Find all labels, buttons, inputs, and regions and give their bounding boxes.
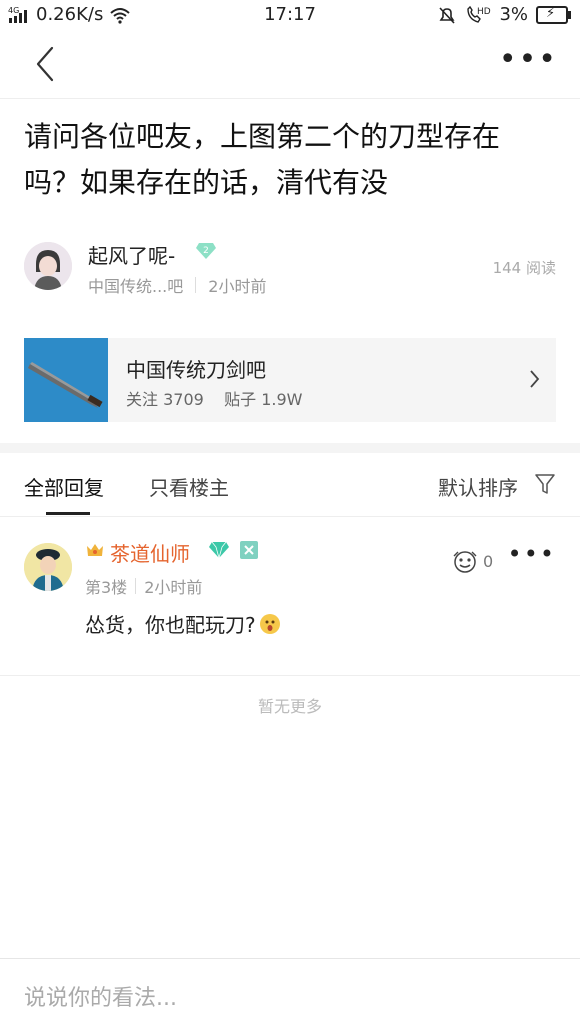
reply-time: 2小时前 [144, 578, 203, 597]
reply-more-icon[interactable]: ••• [508, 540, 556, 568]
sort-button[interactable]: 默认排序 [438, 472, 518, 501]
shocked-emoji-icon [259, 613, 280, 634]
gem-badge-icon [209, 541, 229, 559]
tabs-divider [0, 516, 580, 517]
forum-name: 中国传统刀剑吧 [126, 358, 266, 382]
author-forum[interactable]: 中国传统...吧 [88, 273, 183, 297]
battery-percent: 3% [499, 4, 528, 25]
level-gem-icon: 2 [196, 243, 216, 259]
chevron-right-icon [530, 370, 540, 388]
author-avatar-image [24, 242, 72, 290]
author-name[interactable]: 起风了呢- [88, 240, 175, 269]
section-divider [0, 443, 580, 453]
reply-content: 怂货，你也配玩刀? [85, 609, 280, 638]
mute-bell-icon [439, 6, 456, 24]
reply-text: 怂货，你也配玩刀? [85, 613, 256, 637]
input-divider [0, 958, 580, 959]
forum-stats: 关注 3709 贴子 1.9W [126, 390, 303, 409]
no-more-text: 暂无更多 [257, 697, 322, 716]
reply-username[interactable]: 茶道仙师 [110, 538, 190, 567]
reply-avatar[interactable] [24, 543, 72, 591]
status-right: HD 3% ⚡ [437, 4, 571, 25]
member-tag-icon [240, 541, 258, 559]
meta-separator [195, 277, 197, 293]
forum-thumbnail [24, 338, 108, 422]
svg-text:2: 2 [203, 246, 209, 256]
forum-card[interactable]: 中国传统刀剑吧 关注 3709 贴子 1.9W [24, 338, 556, 422]
author-avatar[interactable] [24, 242, 72, 290]
svg-text:HD: HD [477, 7, 491, 17]
post-time: 2小时前 [208, 277, 267, 296]
battery-icon: ⚡ [536, 5, 571, 24]
like-count: 0 [483, 552, 494, 571]
reply-avatar-image [24, 543, 72, 591]
reply-floor: 第3楼 [85, 578, 128, 597]
read-count: 144 阅读 [492, 259, 556, 277]
comment-input[interactable] [24, 978, 556, 1018]
crown-icon [87, 544, 103, 556]
reply-meta: 第3楼 2小时前 [85, 574, 202, 598]
back-arrow-icon[interactable] [28, 44, 64, 84]
active-tab-indicator [46, 512, 90, 515]
meta-separator [135, 578, 137, 594]
tab-all-replies[interactable]: 全部回复 [24, 472, 104, 501]
post-title: 请问各位吧友，上图第二个的刀型存在吗？如果存在的话，清代有没 [24, 120, 501, 199]
like-icon[interactable] [452, 550, 478, 574]
nav-divider [0, 98, 580, 99]
hd-call-icon: HD [467, 5, 491, 23]
tab-owner-only[interactable]: 只看楼主 [149, 472, 229, 501]
status-bar: 4G 0.26K/s 17:17 HD 3% ⚡ [0, 0, 580, 30]
sword-thumbnail-image [24, 338, 108, 422]
filter-icon[interactable] [534, 472, 556, 496]
reply-divider [0, 675, 580, 676]
author-meta: 中国传统...吧 2小时前 [88, 273, 266, 297]
more-menu-icon[interactable]: ••• [499, 45, 558, 75]
